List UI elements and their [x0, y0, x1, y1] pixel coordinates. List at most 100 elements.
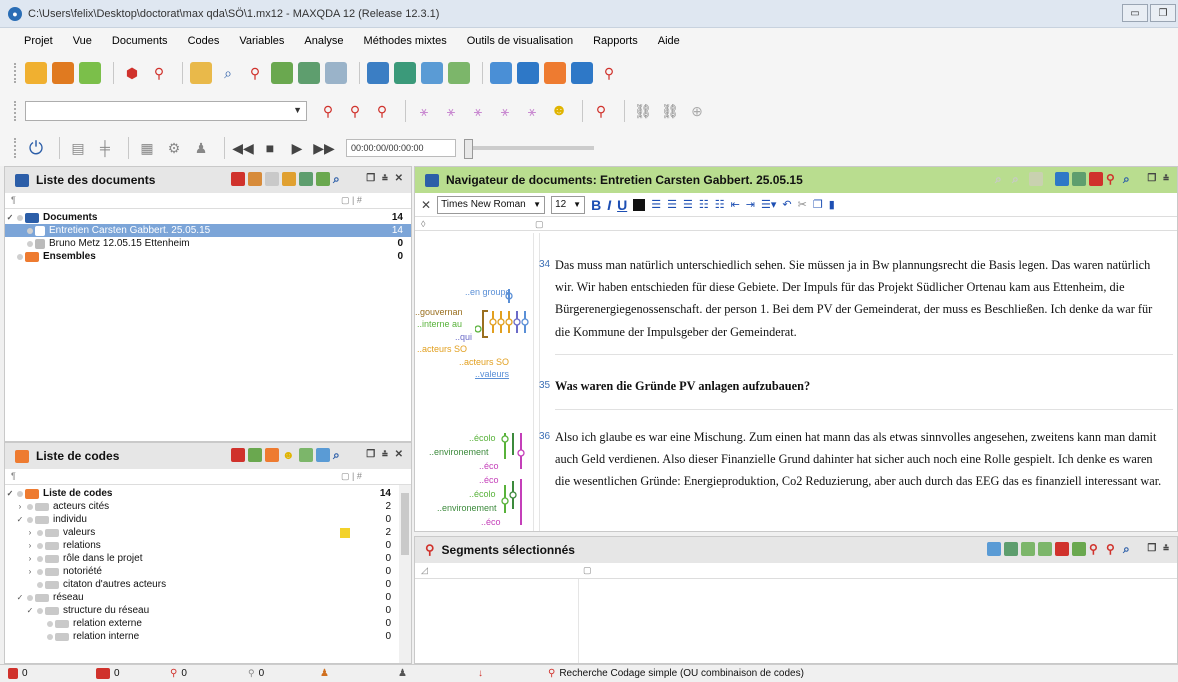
- code-stripe-label[interactable]: ..éco: [479, 461, 499, 471]
- retrieved-segments-icon[interactable]: ⚲: [598, 62, 620, 84]
- italic-button[interactable]: I: [607, 197, 611, 213]
- relations-icon[interactable]: [394, 62, 416, 84]
- rewind-icon[interactable]: ◀◀: [232, 137, 254, 159]
- export-doc-icon[interactable]: [1055, 542, 1069, 556]
- emoticode-icon[interactable]: ☻: [282, 448, 296, 462]
- playback-slider[interactable]: [464, 139, 594, 159]
- tree-row-ensembles[interactable]: Ensembles 0: [5, 250, 411, 263]
- status-weight[interactable]: ⚲ 0: [248, 668, 264, 679]
- document-group-icon[interactable]: [299, 172, 313, 186]
- close-edit-icon[interactable]: ✕: [421, 198, 431, 212]
- code-stripe-label[interactable]: ..éco: [479, 475, 499, 485]
- tree-row-code-root[interactable]: ✓ Liste de codes 14: [5, 487, 411, 500]
- code-dropdown[interactable]: ▼: [25, 101, 307, 121]
- color-code-4-icon[interactable]: ⚹: [494, 100, 516, 122]
- panel-window-controls[interactable]: ❐ ⩮: [1147, 543, 1171, 554]
- tree-row-code[interactable]: › valeurs 2: [5, 526, 411, 539]
- menu-analyse[interactable]: Analyse: [294, 35, 353, 47]
- tree-row-code[interactable]: › relations 0: [5, 539, 411, 552]
- export-excel-icon[interactable]: [1021, 542, 1035, 556]
- line-spacing-icon[interactable]: ☰▾: [761, 198, 776, 211]
- search-icon[interactable]: ⌕: [333, 448, 347, 462]
- timecode-field[interactable]: 00:00:00/00:00:00: [346, 139, 456, 157]
- status-user-2[interactable]: ♟: [398, 668, 407, 679]
- align-right-icon[interactable]: ☰: [683, 198, 693, 211]
- code-stripe-label[interactable]: ..interne au: [417, 319, 462, 329]
- menu-variables[interactable]: Variables: [229, 35, 294, 47]
- open-project-icon[interactable]: [52, 62, 74, 84]
- tree-row-code[interactable]: › acteurs cités 2: [5, 500, 411, 513]
- summary-icon[interactable]: [448, 62, 470, 84]
- underline-button[interactable]: U: [617, 197, 627, 213]
- menu-aide[interactable]: Aide: [648, 35, 690, 47]
- chart-icon[interactable]: [421, 62, 443, 84]
- menu-rapports[interactable]: Rapports: [583, 35, 648, 47]
- document-set-icon[interactable]: [282, 172, 296, 186]
- code-list-scrollbar[interactable]: [399, 485, 411, 663]
- undo-coding-icon[interactable]: ⚲: [590, 100, 612, 122]
- align-center-icon[interactable]: ☰: [667, 198, 677, 211]
- code-stripe-label[interactable]: ..environement: [429, 447, 489, 457]
- settings-icon[interactable]: ⚙: [163, 137, 185, 159]
- tree-row-code[interactable]: ✓ réseau 0: [5, 591, 411, 604]
- reset-icon[interactable]: [316, 172, 330, 186]
- add-icon[interactable]: ⊕: [686, 100, 708, 122]
- document-system-icon[interactable]: [490, 62, 512, 84]
- export-html-icon[interactable]: [1072, 542, 1086, 556]
- code-search-icon[interactable]: ⚲: [244, 62, 266, 84]
- transcript-icon[interactable]: ▦: [136, 137, 158, 159]
- scrollbar-thumb[interactable]: [401, 493, 409, 555]
- color-code-1-icon[interactable]: ⚹: [413, 100, 435, 122]
- document-table-icon[interactable]: [190, 62, 212, 84]
- panel-window-controls[interactable]: ❐ ⩮ ✕: [366, 449, 405, 460]
- code-stripe-label[interactable]: ..acteurs SO: [459, 357, 509, 367]
- stop-icon[interactable]: ■: [259, 137, 281, 159]
- search-icon[interactable]: ⌕: [217, 62, 239, 84]
- tree-row-document-gabbert[interactable]: Entretien Carsten Gabbert. 25.05.15 14: [5, 224, 411, 237]
- code-stripe-label[interactable]: ..écolo: [469, 433, 496, 443]
- code-system-icon[interactable]: [544, 62, 566, 84]
- zoom-out-icon[interactable]: ⌕: [1012, 172, 1026, 186]
- numbered-list-icon[interactable]: ☷: [715, 198, 725, 211]
- matrix-icon[interactable]: [367, 62, 389, 84]
- status-search-mode[interactable]: ⚲ Recherche Codage simple (OU combinaison…: [548, 668, 804, 679]
- panel-window-controls[interactable]: ❐ ⩮ ✕: [366, 173, 405, 184]
- waveform-icon[interactable]: ▤: [67, 137, 89, 159]
- indent-icon[interactable]: ⇥: [746, 198, 755, 211]
- copy-icon[interactable]: ❐: [813, 198, 823, 211]
- grid-icon[interactable]: [271, 62, 293, 84]
- zoom-in-icon[interactable]: ⌕: [995, 172, 1009, 186]
- export-icon[interactable]: [1089, 172, 1103, 186]
- code-table-icon[interactable]: [299, 448, 313, 462]
- status-codes[interactable]: 0: [96, 668, 120, 679]
- save-icon[interactable]: [79, 62, 101, 84]
- menu-vue[interactable]: Vue: [63, 35, 102, 47]
- status-user[interactable]: ♟: [320, 668, 329, 679]
- search-icon[interactable]: ⌕: [333, 172, 347, 186]
- menu-codes[interactable]: Codes: [178, 35, 230, 47]
- code-network-icon[interactable]: ⚲: [148, 62, 170, 84]
- code-set-icon[interactable]: [265, 448, 279, 462]
- paragraph-34[interactable]: 34 Das muss man natürlich unterschiedlic…: [539, 254, 1167, 343]
- code-color-icon[interactable]: [248, 448, 262, 462]
- tree-row-document-metz[interactable]: Bruno Metz 12.05.15 Ettenheim 0: [5, 237, 411, 250]
- table-icon[interactable]: [298, 62, 320, 84]
- recode-icon[interactable]: ⚲: [1106, 542, 1120, 556]
- edit-mode-icon[interactable]: [1055, 172, 1069, 186]
- import-icon[interactable]: ⬢: [121, 62, 143, 84]
- paragraph-36[interactable]: 36 Also ich glaube es war eine Mischung.…: [539, 426, 1167, 493]
- emoticon-icon[interactable]: ☻: [548, 100, 570, 122]
- code-icon[interactable]: ⚲: [1089, 542, 1103, 556]
- document-browser-icon[interactable]: [517, 62, 539, 84]
- text-color-button[interactable]: [633, 198, 646, 211]
- play-icon[interactable]: ▶: [286, 137, 308, 159]
- search-icon[interactable]: ⌕: [1123, 542, 1137, 556]
- power-icon[interactable]: ⏻: [25, 137, 47, 159]
- list-icon[interactable]: [325, 62, 347, 84]
- export-table-icon[interactable]: [1038, 542, 1052, 556]
- code-stripe-label[interactable]: ..qui: [455, 332, 472, 342]
- code-stripe-label[interactable]: ..acteurs SO: [417, 344, 467, 354]
- new-code-icon[interactable]: [231, 448, 245, 462]
- print-icon[interactable]: [1029, 172, 1043, 186]
- bullet-list-icon[interactable]: ☷: [699, 198, 709, 211]
